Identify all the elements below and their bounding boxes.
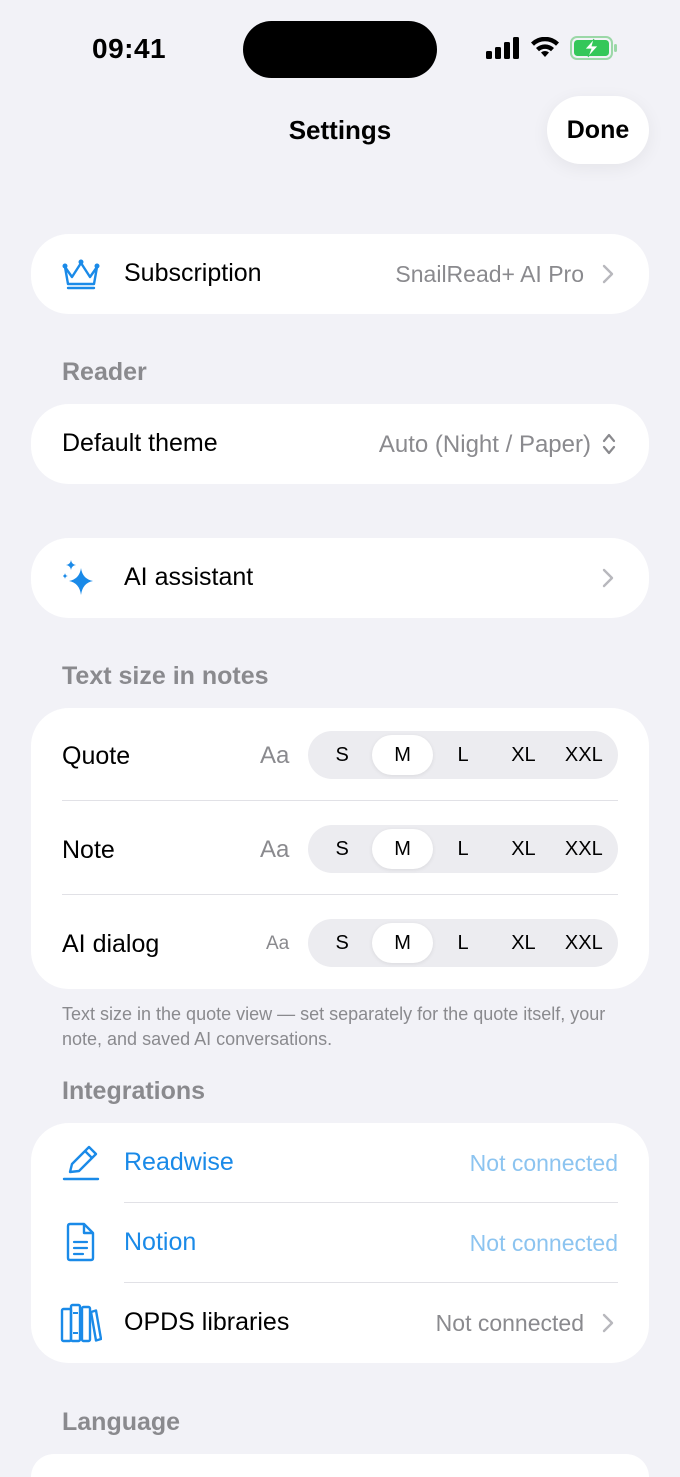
chevron-up-down-icon: [602, 433, 616, 455]
done-button[interactable]: Done: [547, 96, 649, 164]
text-size-footer: Text size in the quote view — set separa…: [62, 1004, 606, 1049]
size-option-l[interactable]: L: [433, 735, 493, 775]
status-time: 09:41: [92, 33, 167, 64]
text-size-card: Quote Aa S M L XL XXL Note Aa S M L XL X…: [31, 708, 649, 989]
ai-dialog-size-label: AI dialog: [62, 930, 160, 958]
divider: [62, 800, 618, 801]
cellular-signal-icon: [486, 37, 519, 59]
dynamic-island: [243, 21, 437, 78]
default-theme-value: Auto (Night / Paper): [378, 431, 591, 458]
status-icons: [486, 36, 618, 60]
size-option-xl[interactable]: XL: [493, 923, 553, 963]
size-option-xl[interactable]: XL: [493, 829, 553, 869]
pencil-icon: [62, 1145, 100, 1181]
opds-libraries-label: OPDS libraries: [124, 1308, 290, 1336]
chevron-right-icon: [602, 568, 614, 588]
size-option-m[interactable]: M: [372, 735, 433, 775]
battery-charging-icon: [570, 36, 617, 60]
language-card[interactable]: [31, 1454, 649, 1477]
document-icon: [66, 1222, 95, 1262]
default-theme-label: Default theme: [62, 429, 218, 457]
size-option-xxl[interactable]: XXL: [554, 829, 614, 869]
size-option-m[interactable]: M: [372, 923, 433, 963]
default-theme-row[interactable]: Default theme Auto (Night / Paper): [31, 404, 649, 484]
books-icon: [60, 1303, 102, 1343]
note-size-segmented-control[interactable]: S M L XL XXL: [308, 825, 618, 873]
readwise-row[interactable]: Readwise Not connected: [31, 1123, 649, 1203]
quote-size-label: Quote: [62, 742, 131, 770]
size-option-s[interactable]: S: [312, 923, 372, 963]
divider: [62, 894, 618, 895]
reader-section-header: Reader: [62, 358, 147, 386]
ai-assistant-label: AI assistant: [124, 563, 254, 591]
opds-libraries-row[interactable]: OPDS libraries Not connected: [31, 1283, 649, 1363]
readwise-status: Not connected: [469, 1150, 618, 1176]
size-option-l[interactable]: L: [433, 829, 493, 869]
crown-icon: [62, 259, 100, 290]
subscription-label: Subscription: [124, 259, 262, 287]
ai-assistant-row[interactable]: AI assistant: [31, 538, 649, 618]
size-option-l[interactable]: L: [433, 923, 493, 963]
size-option-s[interactable]: S: [312, 735, 372, 775]
notion-row[interactable]: Notion Not connected: [31, 1203, 649, 1283]
aa-preview: Aa: [266, 933, 290, 954]
wifi-icon: [531, 37, 559, 57]
integrations-section-header: Integrations: [62, 1077, 206, 1105]
sparkles-icon: [63, 560, 93, 595]
subscription-row[interactable]: Subscription SnailRead+ AI Pro: [31, 234, 649, 314]
ai-dialog-size-segmented-control[interactable]: S M L XL XXL: [308, 919, 618, 967]
notion-status: Not connected: [469, 1230, 618, 1256]
size-option-xxl[interactable]: XXL: [554, 923, 614, 963]
size-option-s[interactable]: S: [312, 829, 372, 869]
aa-preview: Aa: [260, 836, 290, 863]
notion-label: Notion: [124, 1228, 197, 1256]
note-size-label: Note: [62, 836, 115, 864]
readwise-label: Readwise: [124, 1148, 234, 1176]
chevron-right-icon: [602, 1313, 614, 1333]
integrations-card: Readwise Not connected Notion Not connec…: [31, 1123, 649, 1363]
size-option-xl[interactable]: XL: [493, 735, 553, 775]
size-option-xxl[interactable]: XXL: [554, 735, 614, 775]
size-option-m[interactable]: M: [372, 829, 433, 869]
aa-preview: Aa: [260, 742, 290, 769]
quote-size-segmented-control[interactable]: S M L XL XXL: [308, 731, 618, 779]
subscription-value: SnailRead+ AI Pro: [395, 261, 584, 287]
opds-libraries-status: Not connected: [435, 1310, 584, 1336]
text-size-section-header: Text size in notes: [62, 662, 269, 690]
language-section-header: Language: [62, 1408, 181, 1436]
chevron-right-icon: [602, 264, 614, 284]
